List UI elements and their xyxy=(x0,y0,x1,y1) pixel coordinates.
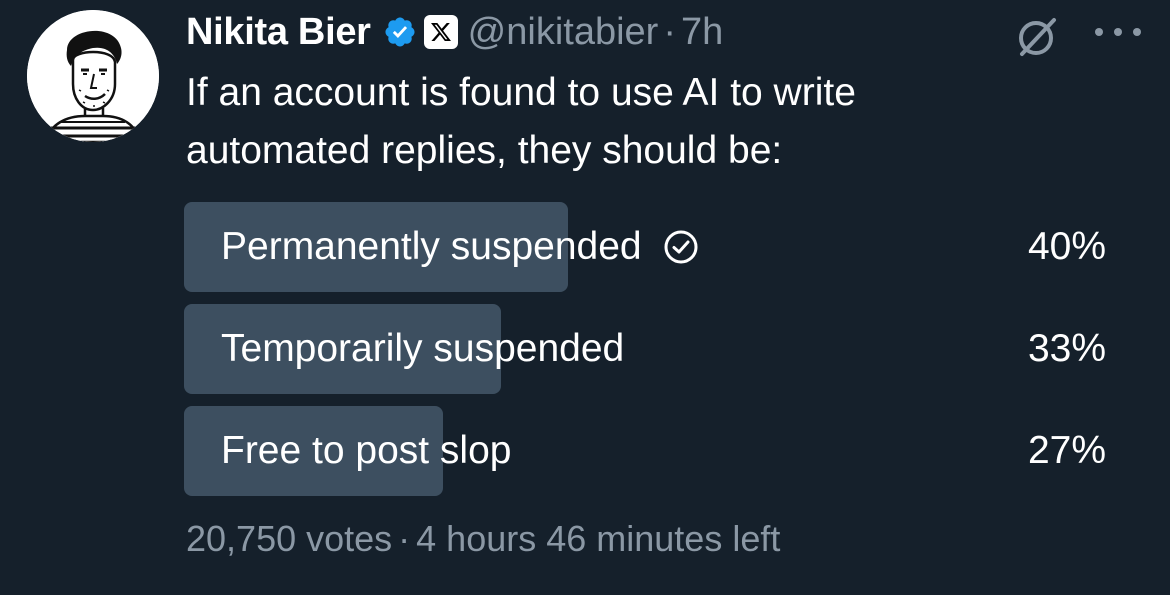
avatar[interactable] xyxy=(27,10,159,142)
more-options-icon[interactable] xyxy=(1095,14,1141,50)
more-dot-icon xyxy=(1133,28,1141,36)
tweet: Nikita Bier @nikitabier · 7h If an accou… xyxy=(0,0,1170,595)
poll-option-percent: 33% xyxy=(1027,327,1106,370)
poll-option-percent: 27% xyxy=(1027,429,1106,472)
poll-option-label-wrap: Temporarily suspended xyxy=(221,304,624,394)
poll-option-percent: 40% xyxy=(1027,225,1106,268)
poll-option-label-wrap: Free to post slop xyxy=(221,406,511,496)
tweet-text-line: If an account is found to use AI to writ… xyxy=(186,71,856,114)
tweet-timestamp[interactable]: 7h xyxy=(681,11,723,54)
grok-icon[interactable] xyxy=(1014,14,1060,60)
poll-footer: 20,750 votes · 4 hours 46 minutes left xyxy=(186,518,780,560)
more-dot-icon xyxy=(1095,28,1103,36)
author-handle[interactable]: @nikitabier xyxy=(468,11,659,54)
avatar-illustration xyxy=(27,10,159,142)
poll-vote-count: 20,750 votes xyxy=(186,518,393,559)
author-name[interactable]: Nikita Bier xyxy=(186,11,371,54)
poll-option-label: Permanently suspended xyxy=(221,225,642,268)
x-affiliate-badge-icon[interactable] xyxy=(423,15,458,49)
poll: Permanently suspended 40% Temporarily su… xyxy=(184,202,1114,508)
check-circle-icon xyxy=(662,228,700,266)
poll-option[interactable]: Free to post slop 27% xyxy=(184,406,1114,496)
poll-option-label-wrap: Permanently suspended xyxy=(221,202,700,292)
tweet-header: Nikita Bier @nikitabier · 7h xyxy=(186,6,723,58)
poll-option[interactable]: Permanently suspended 40% xyxy=(184,202,1114,292)
poll-option[interactable]: Temporarily suspended 33% xyxy=(184,304,1114,394)
more-dot-icon xyxy=(1114,28,1122,36)
poll-time-left: 4 hours 46 minutes left xyxy=(416,518,781,559)
poll-footer-separator: · xyxy=(398,518,411,559)
poll-option-label: Temporarily suspended xyxy=(221,327,625,370)
poll-option-label: Free to post slop xyxy=(221,429,512,472)
header-separator: · xyxy=(663,10,676,53)
verified-badge-icon[interactable] xyxy=(383,15,417,49)
tweet-text-line: automated replies, they should be: xyxy=(186,129,783,172)
tweet-text: If an account is found to use AI to writ… xyxy=(186,64,1066,180)
